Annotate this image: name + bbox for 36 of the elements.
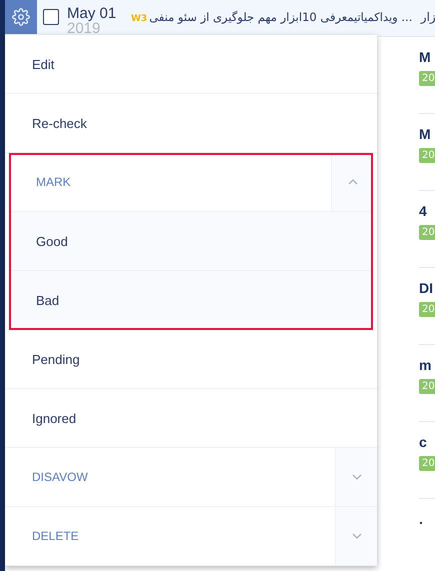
- toggle-button[interactable]: [335, 448, 377, 506]
- row-title[interactable]: M: [419, 126, 435, 142]
- menu-item[interactable]: Bad: [9, 271, 373, 330]
- row-title[interactable]: .: [419, 511, 435, 527]
- menu-item[interactable]: Pending: [5, 330, 377, 389]
- year-tag: 20: [419, 148, 435, 163]
- section-header[interactable]: DELETE: [5, 507, 335, 565]
- row-title[interactable]: c: [419, 434, 435, 450]
- year-tag: 20: [419, 456, 435, 471]
- site-label: W3: [131, 14, 148, 24]
- year-tag: 20: [419, 225, 435, 240]
- section-header[interactable]: MARK: [9, 153, 331, 211]
- year-tag: 20: [419, 379, 435, 394]
- chevron-icon: [352, 533, 362, 539]
- menu-item[interactable]: Good: [9, 212, 373, 271]
- row-title[interactable]: M: [419, 49, 435, 65]
- row-year: 2019: [67, 22, 102, 36]
- toggle-button[interactable]: [331, 153, 373, 211]
- toggle-button[interactable]: [335, 507, 377, 565]
- row-checkbox[interactable]: [43, 9, 59, 25]
- menu-item[interactable]: Ignored: [5, 389, 377, 448]
- chevron-icon: [348, 179, 358, 185]
- row-title: زار: [420, 10, 435, 24]
- settings-button[interactable]: [5, 0, 37, 34]
- year-tag: 20: [419, 302, 435, 317]
- row-title[interactable]: 4: [419, 203, 435, 219]
- section-header[interactable]: DISAVOW: [5, 448, 335, 506]
- chevron-icon: [352, 474, 362, 480]
- settings-icon: [12, 8, 30, 26]
- year-tag: 20: [419, 71, 435, 86]
- row-date: May 01: [67, 5, 118, 22]
- menu-item[interactable]: Edit: [5, 35, 377, 94]
- row-title[interactable]: DI: [419, 280, 435, 296]
- menu-item[interactable]: Re-check: [5, 94, 377, 153]
- row-title[interactable]: m: [419, 357, 435, 373]
- row-title: ... ویداکمیاتیمعرفی 10ابزار مهم جلوگیری از سئو منفی: [149, 10, 412, 24]
